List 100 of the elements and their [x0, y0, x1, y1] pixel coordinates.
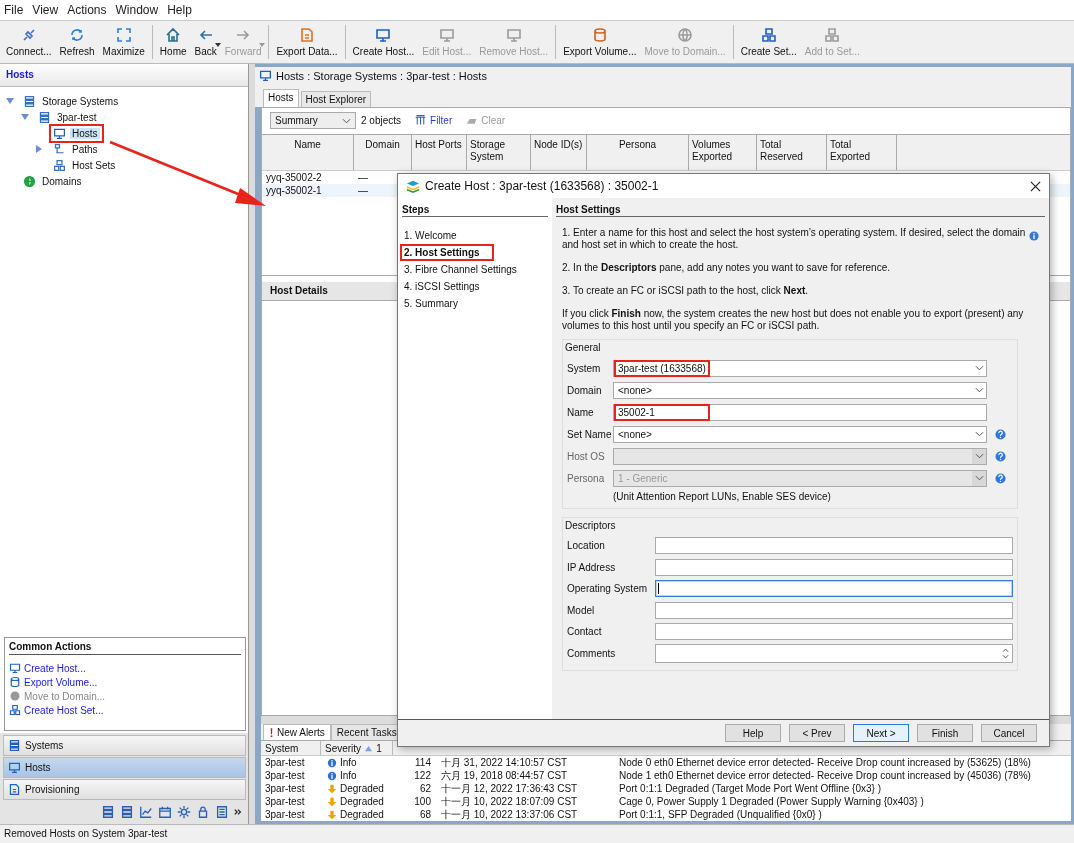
table-cell-text: Node 1 eth0 Ethernet device error detected- Receive Drop count increased by (45036) (78%) [618, 770, 1032, 781]
dialog-title: Create Host : 3par-test (1633568) : 35002-1 [425, 179, 660, 193]
expand-toggle-icon[interactable] [36, 145, 42, 153]
boxes-icon [760, 27, 777, 43]
monitor-icon [438, 27, 455, 43]
toolbar-button[interactable]: Export Volume... [559, 21, 641, 63]
field-label: Host OS [567, 450, 606, 462]
dialog-button[interactable]: Next > [853, 724, 909, 742]
chevron-down-icon [342, 117, 351, 124]
tab[interactable]: New Alerts [263, 724, 331, 740]
monitor-icon [375, 27, 392, 43]
toolbar-button[interactable]: Home [155, 21, 191, 63]
column-header[interactable]: Domain [354, 134, 412, 170]
network-icon [53, 142, 66, 156]
server-stack-icon[interactable] [101, 805, 115, 819]
table-cell: Degraded [321, 809, 393, 820]
instruction-text: If you click Finish now, the system creates the new host but does not enable you to export (present) any volumes to this host until you specify an FC or iSCSI path. [562, 308, 1025, 332]
instruction-text: 1. Enter a name for this host and select the host system’s operating system. If desired, select the domain and host set in which to create the host. [562, 227, 1027, 251]
field-label: Contact [567, 626, 603, 638]
boxes-icon [53, 158, 66, 172]
text-field[interactable] [655, 537, 1013, 555]
home-icon [165, 27, 182, 43]
menu-item[interactable]: Actions [67, 3, 107, 17]
column-header[interactable]: Host Ports [412, 134, 467, 170]
dialog-button[interactable]: Finish [917, 724, 973, 742]
help-icon[interactable] [994, 428, 1006, 440]
dialog-button[interactable]: < Prev [789, 724, 845, 742]
instruction-text: 2. In the Descriptors pane, add any notes you want to save for reference. [562, 262, 891, 274]
section-header: Steps [402, 204, 548, 217]
toolbar-button[interactable]: Back [190, 21, 221, 63]
toolbar-button[interactable]: Connect... [2, 21, 56, 63]
toolbar-button[interactable]: Create Set... [736, 21, 801, 63]
list-icon[interactable] [215, 805, 229, 819]
text-field[interactable] [655, 623, 1013, 641]
menu-item[interactable]: Window [115, 3, 159, 17]
action-icon [9, 704, 21, 716]
server-stack-icon [23, 94, 36, 108]
column-header[interactable]: Volumes Exported [689, 134, 757, 170]
column-header[interactable]: System [261, 741, 321, 755]
field-label: Set Name [567, 428, 613, 440]
filter-button[interactable]: Filter [414, 114, 453, 128]
text-field[interactable]: 35002-1 [613, 403, 987, 421]
column-header[interactable]: Severity 1 [321, 741, 393, 755]
document-icon [299, 27, 315, 43]
field-label: Persona [567, 472, 606, 484]
expand-toggle-icon[interactable] [21, 114, 29, 120]
text-field[interactable] [655, 580, 1013, 598]
column-header[interactable]: Persona [587, 134, 689, 170]
text-area[interactable] [655, 643, 1013, 663]
action-icon [9, 676, 21, 688]
spinner-arrows-icon[interactable] [1002, 646, 1009, 660]
tab[interactable]: Host Explorer [300, 90, 372, 107]
table-cell-text: 十一月 10, 2022 18:07:09 CST [440, 794, 579, 809]
table-cell-text: 3par-test [264, 809, 306, 820]
action-icon [9, 662, 21, 674]
column-header[interactable]: Name [262, 134, 354, 170]
nav-button[interactable]: Provisioning [3, 779, 246, 800]
toolbar-button[interactable]: Refresh [55, 21, 99, 63]
action-link[interactable]: Create Host Set... [24, 704, 104, 716]
dropdown-field[interactable]: 3par-test (1633568) [613, 359, 987, 377]
globe-icon [23, 174, 36, 188]
lock-icon[interactable] [196, 805, 210, 819]
column-header[interactable]: Total Reserved [757, 134, 827, 170]
action-link[interactable]: Create Host... [24, 662, 86, 674]
tree-item[interactable]: Hosts [49, 123, 104, 143]
nav-button[interactable]: Systems [3, 735, 246, 756]
toolbar-button[interactable]: Create Host... [348, 21, 419, 63]
column-header[interactable]: Storage System [467, 134, 531, 170]
dropdown-field[interactable]: <none> [613, 425, 987, 443]
tab[interactable]: Hosts [263, 88, 299, 107]
text-field[interactable] [655, 558, 1013, 576]
menu-item[interactable]: View [32, 3, 59, 17]
nav-button[interactable]: Hosts [3, 757, 246, 778]
info-icon[interactable] [1029, 231, 1039, 241]
calendar-icon[interactable] [158, 805, 172, 819]
gear-icon[interactable] [177, 805, 191, 819]
toolbar-button[interactable]: Maximize [98, 21, 149, 63]
menu-item[interactable]: Help [167, 3, 192, 17]
chevron-down-icon [974, 365, 984, 371]
table-cell-text: 3par-test [264, 783, 306, 794]
view-dropdown[interactable]: Summary [270, 112, 356, 130]
chart-icon[interactable] [139, 805, 153, 819]
more-chevron-icon[interactable] [234, 808, 242, 816]
step-item: 2. Host Settings [400, 244, 494, 261]
monitor-icon [8, 761, 21, 774]
expand-toggle-icon[interactable] [6, 98, 14, 104]
dialog-button[interactable]: Help [725, 724, 781, 742]
menu-item[interactable]: File [4, 3, 24, 17]
action-link[interactable]: Export Volume... [24, 676, 98, 688]
toolbar-button[interactable]: Export Data... [272, 21, 342, 63]
persona-note: (Unit Attention Report LUNs, Enable SES device) [612, 491, 832, 502]
object-count: 2 objects [361, 115, 402, 127]
column-header[interactable]: Total Exported [827, 134, 897, 170]
text-field[interactable] [655, 601, 1013, 619]
dialog-button[interactable]: Cancel [981, 724, 1037, 742]
refresh-icon [69, 27, 86, 43]
close-icon[interactable] [1030, 180, 1041, 192]
server-stack-icon[interactable] [120, 805, 134, 819]
dropdown-field[interactable]: <none> [613, 381, 987, 399]
column-header[interactable]: Node ID(s) [531, 134, 587, 170]
